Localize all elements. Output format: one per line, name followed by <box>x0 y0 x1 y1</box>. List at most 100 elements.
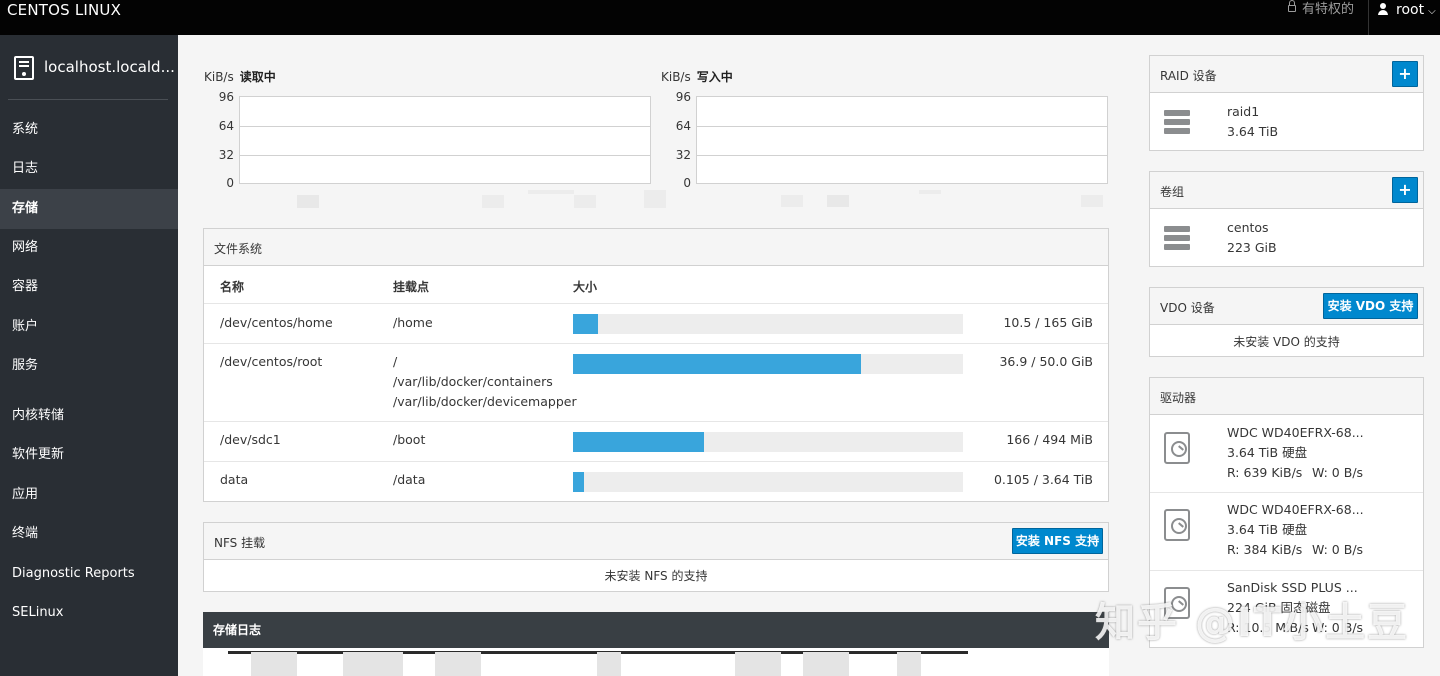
fs-size: 10.5 / 165 GiB <box>1003 315 1093 330</box>
drive-read-rate: R: 639 KiB/s <box>1227 465 1303 480</box>
volume-group-panel: 卷组 + centos 223 GiB <box>1149 171 1424 267</box>
sidebar-item-terminal[interactable]: 终端 <box>0 514 178 554</box>
write-chart: KiB/s 写入中 96 64 32 0 <box>661 68 1111 218</box>
server-icon <box>14 56 34 80</box>
sidebar-item-logs[interactable]: 日志 <box>0 149 178 189</box>
write-chart-bar <box>919 190 941 194</box>
drive-write-rate: W: 0 B/s <box>1312 542 1364 557</box>
usage-bar-fill <box>573 472 585 492</box>
table-row[interactable]: /dev/sdc1 /boot 166 / 494 MiB <box>204 421 1108 461</box>
filesystems-header: 文件系统 <box>204 229 1108 266</box>
read-chart-plot <box>239 96 651 184</box>
drive-item[interactable]: WDC WD40EFRX-68... 3.64 TiB 硬盘 R: 384 Ki… <box>1150 493 1423 571</box>
fs-size: 36.9 / 50.0 GiB <box>999 354 1093 369</box>
drive-description: 3.64 TiB 硬盘 <box>1227 522 1308 537</box>
read-chart: KiB/s 读取中 96 64 32 0 <box>204 68 666 218</box>
main-content: KiB/s 读取中 96 64 32 0 KiB/s 写入中 96 64 32 0 <box>178 35 1440 676</box>
read-chart-label: 读取中 <box>239 70 276 84</box>
filesystems-table-head: 名称 挂载点 大小 <box>204 267 1108 303</box>
log-redacted-block <box>735 652 781 676</box>
drive-name: WDC WD40EFRX-68... <box>1227 425 1364 440</box>
write-chart-bar <box>781 195 803 207</box>
user-icon <box>1378 3 1388 15</box>
write-chart-tick: 32 <box>675 148 691 162</box>
vdo-title: VDO 设备 <box>1160 301 1215 315</box>
fs-name: /dev/centos/root <box>220 354 323 369</box>
write-chart-bar <box>827 195 849 207</box>
table-row[interactable]: data /data 0.105 / 3.64 TiB <box>204 461 1108 501</box>
sidebar-item-storage[interactable]: 存储 <box>0 189 178 229</box>
add-raid-button[interactable]: + <box>1392 61 1418 87</box>
sidebar-item-diagnostic-reports[interactable]: Diagnostic Reports <box>0 554 178 594</box>
sidebar-item-apps[interactable]: 应用 <box>0 475 178 515</box>
usage-bar <box>573 432 963 452</box>
nfs-panel: NFS 挂载 安装 NFS 支持 未安装 NFS 的支持 <box>203 522 1109 592</box>
column-header-name: 名称 <box>220 280 245 294</box>
usage-bar-fill <box>573 354 861 374</box>
vdo-header: VDO 设备 安装 VDO 支持 <box>1150 288 1423 325</box>
usage-bar <box>573 354 963 374</box>
user-menu[interactable]: root ⌵ <box>1378 0 1436 22</box>
fs-name: data <box>220 472 249 487</box>
brand-title: CENTOS LINUX <box>7 1 122 19</box>
sidebar-item-accounts[interactable]: 账户 <box>0 307 178 347</box>
sidebar-item-updates[interactable]: 软件更新 <box>0 435 178 475</box>
nfs-empty-message: 未安装 NFS 的支持 <box>604 569 708 583</box>
fs-mount: /var/lib/docker/containers <box>393 374 553 389</box>
fs-mount: / <box>393 354 398 369</box>
vdo-panel: VDO 设备 安装 VDO 支持 未安装 VDO 的支持 <box>1149 287 1424 357</box>
vdo-empty-message: 未安装 VDO 的支持 <box>1233 335 1340 349</box>
add-volume-group-button[interactable]: + <box>1392 177 1418 203</box>
volume-group-icon <box>1164 226 1190 252</box>
log-redacted-block <box>597 652 621 676</box>
sidebar-item-kdump[interactable]: 内核转储 <box>0 396 178 436</box>
log-redacted-block <box>803 652 849 676</box>
host-switcher[interactable]: localhost.locald... <box>0 35 178 100</box>
raid-header: RAID 设备 + <box>1150 56 1423 93</box>
fs-mount: /var/lib/docker/devicemapper <box>393 394 577 409</box>
write-chart-unit: KiB/s <box>661 70 691 84</box>
install-nfs-button[interactable]: 安装 NFS 支持 <box>1012 528 1103 554</box>
sidebar-item-containers[interactable]: 容器 <box>0 267 178 307</box>
filesystems-title: 文件系统 <box>214 242 263 256</box>
read-chart-tick: 0 <box>226 176 234 190</box>
write-chart-tick: 64 <box>675 119 691 133</box>
privileged-indicator[interactable]: 有特权的 <box>1288 0 1354 20</box>
storage-log-title: 存储日志 <box>203 612 1109 648</box>
read-chart-tick: 96 <box>218 90 234 104</box>
topbar-divider <box>1368 0 1369 35</box>
sidebar-item-system[interactable]: 系统 <box>0 110 178 150</box>
sidebar-item-network[interactable]: 网络 <box>0 228 178 268</box>
volume-group-title: 卷组 <box>1160 185 1185 199</box>
volume-group-name: centos <box>1227 220 1269 235</box>
raid-name: raid1 <box>1227 104 1260 119</box>
fs-size: 0.105 / 3.64 TiB <box>993 472 1093 487</box>
install-vdo-button[interactable]: 安装 VDO 支持 <box>1323 293 1418 319</box>
read-chart-title: KiB/s 读取中 <box>204 68 276 85</box>
fs-mount: /home <box>393 315 433 330</box>
sidebar-item-services[interactable]: 服务 <box>0 346 178 386</box>
volume-group-item[interactable]: centos 223 GiB <box>1150 210 1423 268</box>
log-redacted-block <box>897 652 921 676</box>
fs-name: /dev/sdc1 <box>220 432 281 447</box>
table-row[interactable]: /dev/centos/root / /var/lib/docker/conta… <box>204 343 1108 421</box>
sidebar-divider <box>8 99 168 100</box>
read-chart-unit: KiB/s <box>204 70 234 84</box>
volume-group-size: 223 GiB <box>1227 240 1277 255</box>
raid-item[interactable]: raid1 3.64 TiB <box>1150 94 1423 152</box>
read-chart-tick: 64 <box>218 119 234 133</box>
drive-name: WDC WD40EFRX-68... <box>1227 502 1364 517</box>
gridline <box>697 126 1107 127</box>
fs-size: 166 / 494 MiB <box>1006 432 1093 447</box>
drive-item[interactable]: WDC WD40EFRX-68... 3.64 TiB 硬盘 R: 639 Ki… <box>1150 416 1423 493</box>
write-chart-bar <box>1081 195 1103 207</box>
sidebar-item-selinux[interactable]: SELinux <box>0 593 178 633</box>
write-chart-tick: 96 <box>675 90 691 104</box>
fs-mount: /boot <box>393 432 426 447</box>
top-bar: CENTOS LINUX 有特权的 root ⌵ <box>0 0 1440 35</box>
hard-disk-icon <box>1164 509 1190 541</box>
table-row[interactable]: /dev/centos/home /home 10.5 / 165 GiB <box>204 303 1108 343</box>
volume-group-header: 卷组 + <box>1150 172 1423 209</box>
drives-title: 驱动器 <box>1160 391 1197 405</box>
drive-write-rate: W: 0 B/s <box>1312 465 1364 480</box>
